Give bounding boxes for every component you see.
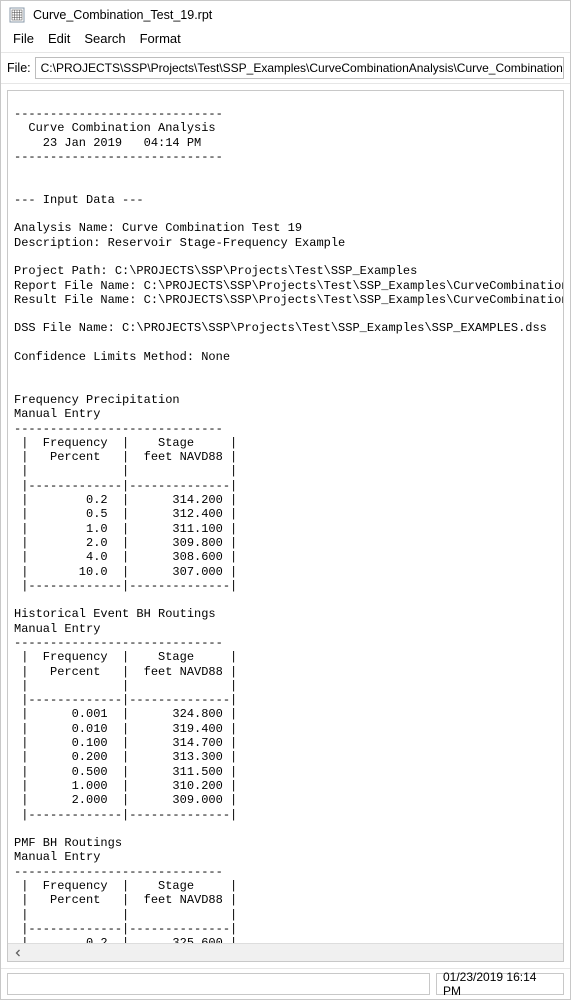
- menubar: File Edit Search Format: [1, 27, 570, 53]
- report-viewport[interactable]: ----------------------------- Curve Comb…: [8, 91, 563, 943]
- scroll-track[interactable]: [26, 945, 561, 961]
- app-window: Curve_Combination_Test_19.rpt File Edit …: [0, 0, 571, 1000]
- app-icon: [9, 7, 25, 23]
- scroll-left-button[interactable]: [10, 945, 26, 961]
- menu-format[interactable]: Format: [134, 29, 187, 48]
- status-message: [7, 973, 430, 995]
- status-clock: 01/23/2019 16:14 PM: [436, 973, 564, 995]
- report-panel: ----------------------------- Curve Comb…: [7, 90, 564, 962]
- file-toolbar: File: C:\PROJECTS\SSP\Projects\Test\SSP_…: [1, 53, 570, 84]
- report-text: ----------------------------- Curve Comb…: [8, 103, 563, 943]
- menu-search[interactable]: Search: [78, 29, 131, 48]
- window-title: Curve_Combination_Test_19.rpt: [33, 8, 212, 22]
- menu-edit[interactable]: Edit: [42, 29, 76, 48]
- statusbar: 01/23/2019 16:14 PM: [1, 968, 570, 999]
- file-path-field[interactable]: C:\PROJECTS\SSP\Projects\Test\SSP_Exampl…: [35, 57, 564, 79]
- horizontal-scrollbar[interactable]: [8, 943, 563, 961]
- menu-file[interactable]: File: [7, 29, 40, 48]
- titlebar: Curve_Combination_Test_19.rpt: [1, 1, 570, 27]
- file-path-label: File:: [7, 61, 31, 75]
